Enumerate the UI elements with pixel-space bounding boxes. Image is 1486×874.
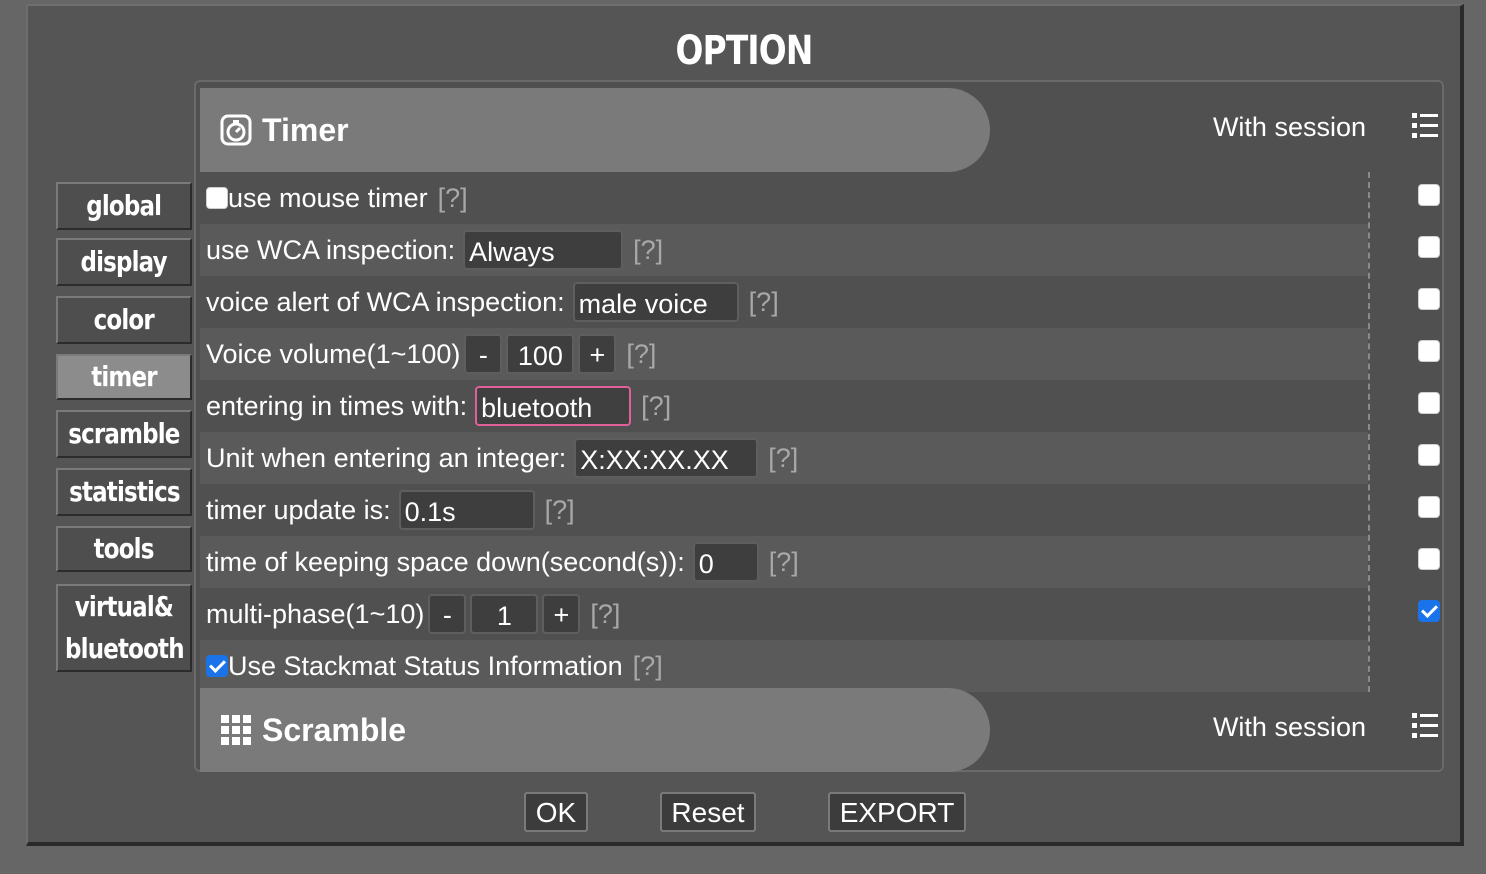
timer-with-session-label: With session (1212, 112, 1366, 142)
row-wca-inspection: use WCA inspection: Always [?] (200, 224, 1368, 276)
row-timer-update: timer update is: 0.1s [?] (200, 484, 1368, 536)
row-label: Use Stackmat Status Information (228, 650, 623, 681)
option-dialog: OPTION global display color timer scramb… (26, 4, 1464, 846)
timer-section-header[interactable]: Timer (200, 88, 990, 172)
space-down-input[interactable]: 0 (692, 542, 759, 582)
row-label: multi-phase(1~10) (206, 598, 425, 629)
help-link[interactable]: [?] (749, 287, 779, 318)
export-button[interactable]: EXPORT (828, 792, 966, 832)
ok-button[interactable]: OK (524, 792, 588, 832)
session-checkbox[interactable] (1418, 496, 1440, 518)
nav-label: color (93, 303, 155, 336)
help-link[interactable]: [?] (626, 339, 656, 370)
session-checkbox[interactable] (1418, 236, 1440, 258)
nav-label: statistics (68, 475, 180, 508)
timer-options-list: use mouse timer [?] use WCA inspection: … (200, 172, 1370, 692)
dialog-title: OPTION (675, 28, 814, 74)
session-checkbox[interactable] (1418, 392, 1440, 414)
timer-update-select[interactable]: 0.1s (398, 490, 535, 530)
nav-display[interactable]: display (56, 238, 192, 286)
nav-virtual-bluetooth[interactable]: virtual& bluetooth (56, 584, 192, 672)
help-link[interactable]: [?] (438, 183, 468, 214)
grid-icon (221, 715, 251, 745)
session-checkbox-checked[interactable] (1418, 600, 1440, 622)
volume-plus-button[interactable]: + (578, 334, 617, 374)
nav-label: display (80, 245, 168, 278)
volume-minus-button[interactable]: - (464, 334, 503, 374)
stopwatch-icon (220, 114, 252, 146)
help-link[interactable]: [?] (768, 443, 798, 474)
help-link[interactable]: [?] (641, 391, 671, 422)
help-link[interactable]: [?] (545, 495, 575, 526)
voice-alert-select[interactable]: male voice (572, 282, 739, 322)
nav-timer[interactable]: timer (56, 354, 192, 400)
stackmat-checkbox[interactable] (206, 655, 228, 677)
nav-global[interactable]: global (56, 182, 192, 230)
help-link[interactable]: [?] (590, 599, 620, 630)
volume-input[interactable]: 100 (506, 334, 575, 374)
session-checkbox[interactable] (1418, 288, 1440, 310)
mouse-timer-checkbox[interactable] (206, 187, 228, 209)
help-link[interactable]: [?] (633, 235, 663, 266)
row-label: use mouse timer (228, 182, 428, 213)
list-icon[interactable] (1412, 712, 1438, 740)
row-label: Unit when entering an integer: (206, 442, 567, 473)
row-stackmat: Use Stackmat Status Information [?] (200, 640, 1368, 692)
phase-minus-button[interactable]: - (428, 594, 467, 634)
nav-label: global (86, 189, 163, 222)
row-space-down: time of keeping space down(second(s)): 0… (200, 536, 1368, 588)
nav-label: tools (94, 532, 155, 565)
entering-times-select[interactable]: bluetooth (475, 386, 632, 426)
wca-inspection-select[interactable]: Always (463, 230, 624, 270)
row-multi-phase: multi-phase(1~10) - 1 + [?] (200, 588, 1368, 640)
row-label: Voice volume(1~100) (206, 338, 461, 369)
nav-label: timer (91, 360, 157, 393)
help-link[interactable]: [?] (769, 547, 799, 578)
row-unit-integer: Unit when entering an integer: X:XX:XX.X… (200, 432, 1368, 484)
nav-scramble[interactable]: scramble (56, 410, 192, 458)
row-label: use WCA inspection: (206, 234, 456, 265)
row-label: time of keeping space down(second(s)): (206, 546, 685, 577)
nav-label: scramble (68, 417, 180, 450)
settings-panel: Timer With session use mouse timer [?] u… (194, 80, 1444, 772)
phase-input[interactable]: 1 (470, 594, 539, 634)
nav-tools[interactable]: tools (56, 526, 192, 572)
row-voice-alert: voice alert of WCA inspection: male voic… (200, 276, 1368, 328)
session-checkbox[interactable] (1418, 548, 1440, 570)
unit-integer-select[interactable]: X:XX:XX.XX (574, 438, 759, 478)
session-checkbox[interactable] (1418, 184, 1440, 206)
session-checkbox[interactable] (1418, 340, 1440, 362)
row-label: voice alert of WCA inspection: (206, 286, 565, 317)
phase-plus-button[interactable]: + (542, 594, 581, 634)
row-mouse-timer: use mouse timer [?] (200, 172, 1368, 224)
nav-label-line2: bluetooth (64, 632, 185, 665)
list-icon[interactable] (1412, 112, 1438, 140)
nav-statistics[interactable]: statistics (56, 468, 192, 516)
scramble-section-header[interactable]: Scramble (200, 688, 990, 772)
row-label: entering in times with: (206, 390, 468, 421)
row-entering-times: entering in times with: bluetooth [?] (200, 380, 1368, 432)
row-label: timer update is: (206, 494, 391, 525)
scramble-section-title: Scramble (262, 711, 407, 748)
timer-section-title: Timer (262, 111, 349, 148)
help-link[interactable]: [?] (633, 651, 663, 682)
row-voice-volume: Voice volume(1~100) - 100 + [?] (200, 328, 1368, 380)
nav-label: virtual& (74, 590, 174, 623)
nav-color[interactable]: color (56, 296, 192, 344)
session-checkbox[interactable] (1418, 444, 1440, 466)
scramble-with-session-label: With session (1212, 712, 1366, 742)
reset-button[interactable]: Reset (660, 792, 756, 832)
